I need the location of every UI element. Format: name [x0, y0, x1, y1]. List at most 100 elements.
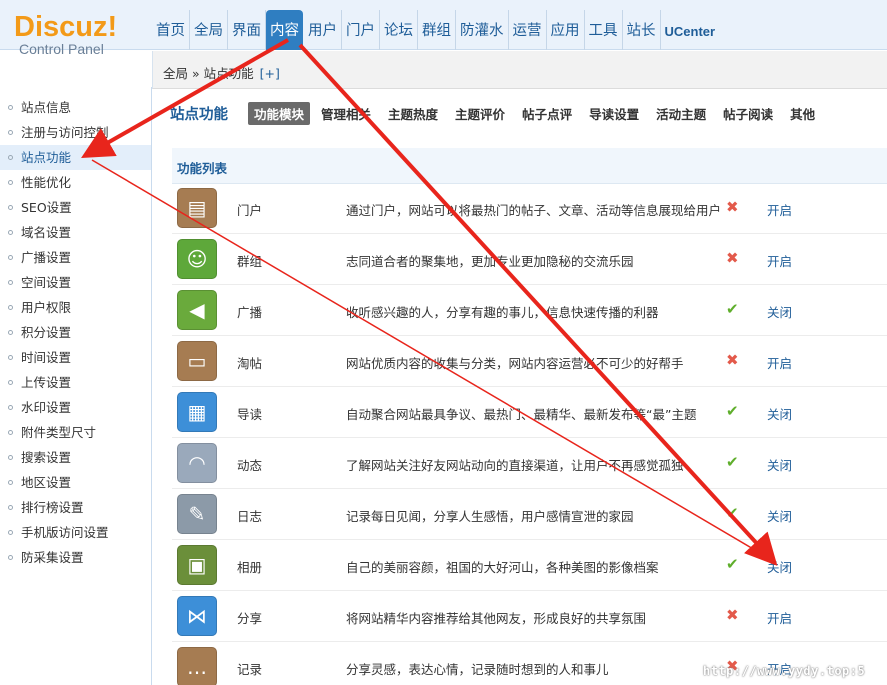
nav-item-7[interactable]: 群组 [418, 10, 456, 50]
enable-link[interactable]: 开启 [767, 251, 792, 270]
nav-item-2[interactable]: 界面 [228, 10, 266, 50]
sidebar-item-14[interactable]: 搜索设置 [0, 445, 151, 470]
nav-item-11[interactable]: 工具 [585, 10, 623, 50]
sidebar-item-8[interactable]: 用户权限 [0, 295, 151, 320]
disable-link[interactable]: 关闭 [767, 506, 792, 525]
sidebar-item-10[interactable]: 时间设置 [0, 345, 151, 370]
table-row: ◀ 广播 收听感兴趣的人，分享有趣的事儿，信息快速传播的利器 ✔ 关闭 [172, 285, 887, 336]
feature-name: 日志 [237, 509, 263, 524]
sidebar-item-17[interactable]: 手机版访问设置 [0, 520, 151, 545]
sidebar-item-4[interactable]: SEO设置 [0, 195, 151, 220]
tab-8[interactable]: 其他 [784, 102, 821, 125]
nav-item-12[interactable]: 站长 [623, 10, 661, 50]
sidebar-item-label: 站点信息 [21, 100, 72, 115]
sidebar-item-label: 用户权限 [21, 300, 72, 315]
bullet-icon [8, 530, 13, 535]
bullet-icon [8, 255, 13, 260]
bullet-icon [8, 355, 13, 360]
nav-item-5[interactable]: 门户 [342, 10, 380, 50]
sidebar-item-label: 地区设置 [21, 475, 72, 490]
tab-4[interactable]: 帖子点评 [516, 102, 578, 125]
sidebar-item-5[interactable]: 域名设置 [0, 220, 151, 245]
cross-icon: ✖ [726, 249, 739, 267]
logo-sub-text: Control Panel [19, 41, 104, 57]
sidebar-item-18[interactable]: 防采集设置 [0, 545, 151, 570]
breadcrumb-path: 全局 » 站点功能 [163, 66, 254, 81]
sidebar-item-6[interactable]: 广播设置 [0, 245, 151, 270]
tab-1[interactable]: 管理相关 [315, 102, 377, 125]
sidebar-item-7[interactable]: 空间设置 [0, 270, 151, 295]
table-row: ✎ 日志 记录每日见闻，分享人生感悟，用户感情宣泄的家园 ✔ 关闭 [172, 489, 887, 540]
add-shortcut-link[interactable]: [+] [260, 66, 280, 81]
enable-link[interactable]: 开启 [767, 200, 792, 219]
sidebar-item-15[interactable]: 地区设置 [0, 470, 151, 495]
sidebar-item-label: 站点功能 [21, 150, 72, 165]
tab-3[interactable]: 主题评价 [449, 102, 511, 125]
tab-2[interactable]: 主题热度 [382, 102, 444, 125]
nav-item-13[interactable]: UCenter [661, 10, 720, 50]
page-title: 站点功能 [170, 106, 228, 123]
list-title: 功能列表 [177, 161, 228, 176]
sidebar-item-3[interactable]: 性能优化 [0, 170, 151, 195]
feature-name: 群组 [237, 254, 263, 269]
discuz-logo[interactable]: Discuz! Control Panel [14, 12, 144, 57]
nav-item-10[interactable]: 应用 [547, 10, 585, 50]
table-row: ▦ 导读 自动聚合网站最具争议、最热门、最精华、最新发布等“最”主题 ✔ 关闭 [172, 387, 887, 438]
nav-item-6[interactable]: 论坛 [380, 10, 418, 50]
sidebar-item-12[interactable]: 水印设置 [0, 395, 151, 420]
nav-item-3[interactable]: 内容 [266, 10, 303, 50]
bullet-icon [8, 130, 13, 135]
disable-link[interactable]: 关闭 [767, 557, 792, 576]
sidebar-item-0[interactable]: 站点信息 [0, 95, 151, 120]
tab-6[interactable]: 活动主题 [650, 102, 712, 125]
disable-link[interactable]: 关闭 [767, 302, 792, 321]
enable-link[interactable]: 开启 [767, 608, 792, 627]
sidebar-item-13[interactable]: 附件类型尺寸 [0, 420, 151, 445]
check-icon: ✔ [726, 555, 739, 573]
cross-icon: ✖ [726, 606, 739, 624]
sidebar-item-11[interactable]: 上传设置 [0, 370, 151, 395]
tab-7[interactable]: 帖子阅读 [717, 102, 779, 125]
disable-link[interactable]: 关闭 [767, 404, 792, 423]
sidebar-item-label: 广播设置 [21, 250, 72, 265]
cross-icon: ✖ [726, 198, 739, 216]
main-nav: 首页 全局 界面 内容 用户 门户 论坛 群组 防灌水 运营 应用 工具 站长 UCenter [152, 10, 719, 50]
bullet-icon [8, 180, 13, 185]
sidebar-item-label: 性能优化 [21, 175, 72, 190]
feature-description: 网站优质内容的收集与分类，网站内容运营必不可少的好帮手 [346, 356, 684, 371]
nav-item-0[interactable]: 首页 [152, 10, 190, 50]
tab-5[interactable]: 导读设置 [583, 102, 645, 125]
sidebar-item-label: 空间设置 [21, 275, 72, 290]
sidebar-item-label: 手机版访问设置 [21, 525, 109, 540]
sub-tabs: 功能模块 管理相关 主题热度 主题评价 帖子点评 导读设置 活动主题 帖子阅读 其他 [248, 101, 826, 125]
feature-description: 记录每日见闻，分享人生感悟，用户感情宣泄的家园 [346, 509, 634, 524]
sidebar-item-label: 上传设置 [21, 375, 72, 390]
bullet-icon [8, 305, 13, 310]
list-header: 功能列表 [172, 148, 887, 184]
sidebar-item-label: 排行榜设置 [21, 500, 84, 515]
check-icon: ✔ [726, 300, 739, 318]
feature-description: 自动聚合网站最具争议、最热门、最精华、最新发布等“最”主题 [346, 407, 697, 422]
nav-item-1[interactable]: 全局 [190, 10, 228, 50]
sidebar-item-9[interactable]: 积分设置 [0, 320, 151, 345]
feature-description: 志同道合者的聚集地，更加专业更加隐秘的交流乐园 [346, 254, 634, 269]
table-row: ⋈ 分享 将网站精华内容推荐给其他网友，形成良好的共享氛围 ✖ 开启 [172, 591, 887, 642]
sidebar-item-label: 时间设置 [21, 350, 72, 365]
feature-description: 自己的美丽容颜，祖国的大好河山，各种美图的影像档案 [346, 560, 659, 575]
share-icon: ⋈ [177, 596, 217, 636]
tab-0[interactable]: 功能模块 [248, 101, 311, 125]
sidebar-menu: 站点信息注册与访问控制站点功能性能优化 SEO设置 域名设置广播设置空间设置用户权限… [0, 87, 151, 570]
sidebar-item-2[interactable]: 站点功能 [0, 145, 151, 170]
sidebar-item-label: 附件类型尺寸 [21, 425, 97, 440]
sidebar-item-1[interactable]: 注册与访问控制 [0, 120, 151, 145]
table-row: ▤ 门户 通过门户，网站可以将最热门的帖子、文章、活动等信息展现给用户 ✖ 开启 [172, 183, 887, 234]
table-row: ◠ 动态 了解网站关注好友网站动向的直接渠道，让用户不再感觉孤独 ✔ 关闭 [172, 438, 887, 489]
disable-link[interactable]: 关闭 [767, 455, 792, 474]
nav-item-4[interactable]: 用户 [304, 10, 342, 50]
bullet-icon [8, 480, 13, 485]
nav-item-9[interactable]: 运营 [509, 10, 547, 50]
sidebar-item-16[interactable]: 排行榜设置 [0, 495, 151, 520]
enable-link[interactable]: 开启 [767, 353, 792, 372]
nav-item-8[interactable]: 防灌水 [456, 10, 509, 50]
bullet-icon [8, 330, 13, 335]
